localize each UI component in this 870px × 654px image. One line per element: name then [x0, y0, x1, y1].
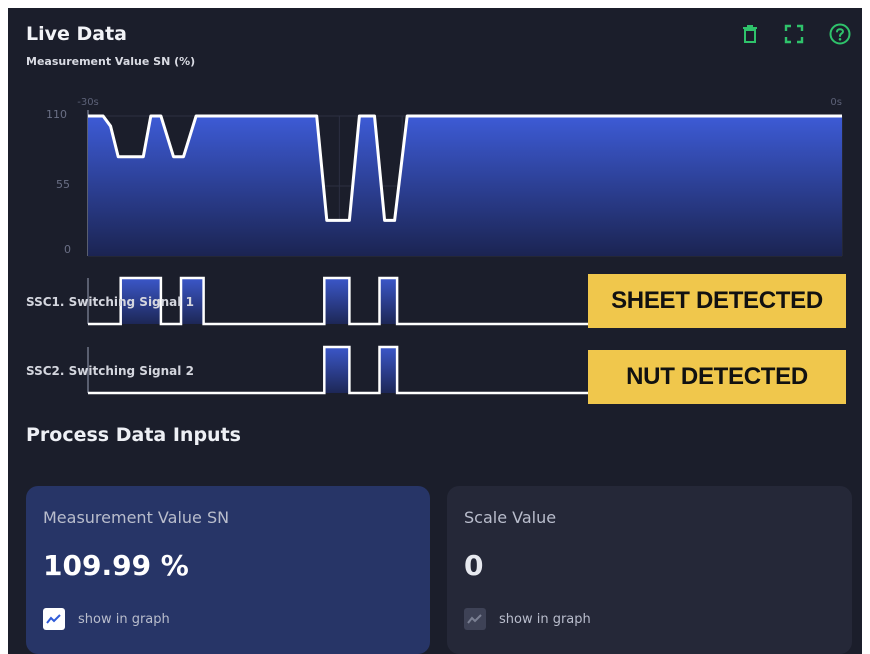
signal-pulse-fill [324, 347, 350, 393]
sheet-detected-badge: SHEET DETECTED [588, 274, 846, 328]
card-measurement-value[interactable]: Measurement Value SN 109.99 % show in gr… [26, 486, 430, 654]
graph-line-icon [467, 614, 482, 624]
process-data-title: Process Data Inputs [26, 424, 241, 446]
show-in-graph-label[interactable]: show in graph [78, 612, 170, 627]
area-fill [88, 116, 842, 256]
graph-line-icon [46, 614, 61, 624]
signal-label-ssc2: SSC2. Switching Signal 2 [26, 364, 194, 378]
show-in-graph-label[interactable]: show in graph [499, 612, 591, 627]
show-in-graph-checkbox[interactable] [464, 608, 486, 630]
x-tick-start: -30s [77, 97, 99, 108]
card-title: Measurement Value SN [43, 508, 230, 527]
y-tick-55: 55 [56, 178, 70, 191]
signal-pulse-fill [324, 278, 350, 324]
card-value: 0 [464, 549, 484, 582]
show-in-graph-checkbox[interactable] [43, 608, 65, 630]
card-scale-value[interactable]: Scale Value 0 show in graph [447, 486, 852, 654]
card-value: 109.99 % [43, 549, 189, 582]
live-data-panel: Live Data Measurement Value SN (%) -30s … [8, 8, 862, 654]
signal-pulse-fill [379, 347, 398, 393]
signal-pulse-fill [379, 278, 398, 324]
y-tick-0: 0 [64, 243, 71, 256]
card-title: Scale Value [464, 508, 557, 527]
signal-label-ssc1: SSC1. Switching Signal 1 [26, 295, 194, 309]
y-tick-110: 110 [46, 108, 67, 121]
x-tick-end: 0s [830, 97, 842, 108]
live-data-chart: -30s 0s [77, 97, 843, 395]
nut-detected-badge: NUT DETECTED [588, 350, 846, 404]
